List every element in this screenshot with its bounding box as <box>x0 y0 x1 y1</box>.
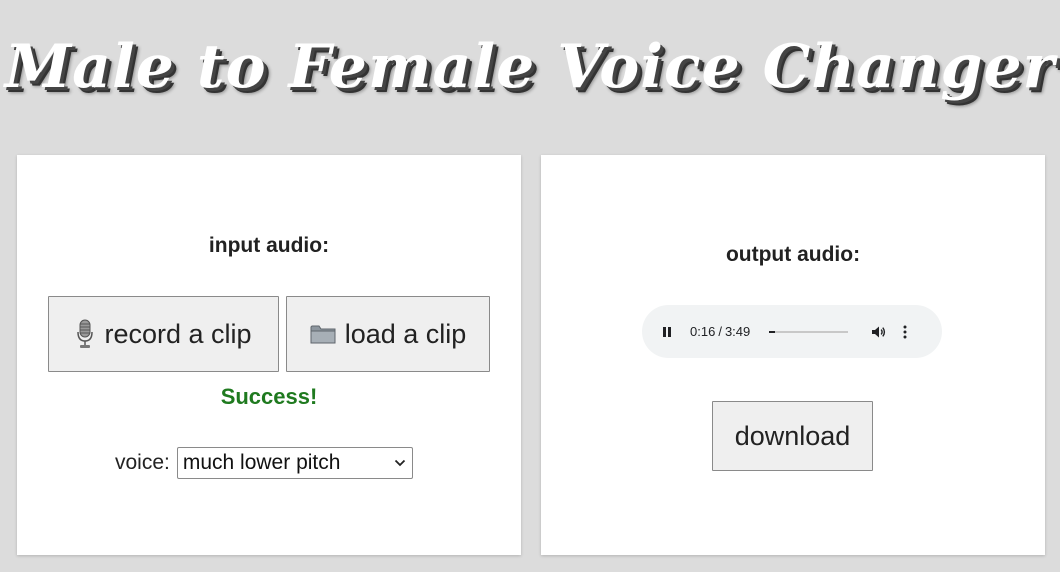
more-options-icon[interactable] <box>903 325 907 339</box>
folder-icon <box>310 323 336 345</box>
voice-setting: voice: much lower pitch <box>115 447 413 479</box>
status-message: Success! <box>220 384 318 409</box>
current-time: 0:16 <box>690 324 716 339</box>
voice-select-value: much lower pitch <box>182 451 341 474</box>
progress-bar[interactable] <box>769 325 849 339</box>
progress-fill <box>769 330 775 333</box>
progress-track <box>769 330 849 333</box>
load-clip-button[interactable]: load a clip <box>286 296 490 372</box>
page-title: Male to Female Voice Changer <box>4 32 1056 102</box>
output-audio-heading: output audio: <box>725 243 861 266</box>
volume-icon[interactable] <box>871 325 887 339</box>
input-audio-heading: input audio: <box>208 234 330 257</box>
chevron-down-icon <box>394 459 406 467</box>
time-separator: / <box>718 324 722 339</box>
audio-player: 0:16/3:49 <box>642 305 942 358</box>
duration: 3:49 <box>724 324 751 339</box>
playback-time: 0:16/3:49 <box>690 324 750 339</box>
load-clip-label: load a clip <box>344 318 467 349</box>
output-audio-panel: output audio: 0:16/3:49 download <box>541 155 1045 555</box>
voice-select[interactable]: much lower pitch <box>176 447 413 479</box>
download-button[interactable]: download <box>712 401 873 471</box>
pause-icon[interactable] <box>660 325 674 339</box>
microphone-icon <box>75 319 95 349</box>
input-audio-panel: input audio: record a clip load a clip S… <box>17 155 521 555</box>
record-clip-button[interactable]: record a clip <box>48 296 279 372</box>
voice-label: voice: <box>115 451 170 474</box>
record-clip-label: record a clip <box>104 318 252 349</box>
